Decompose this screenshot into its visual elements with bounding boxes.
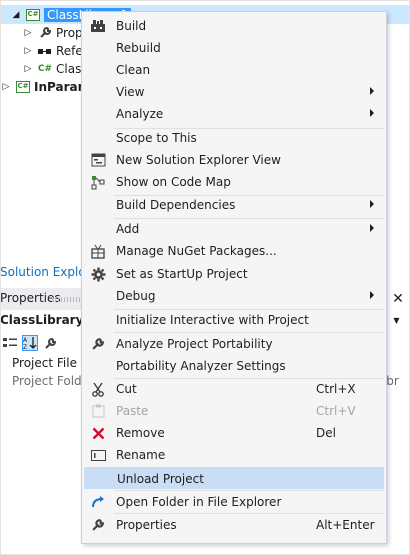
- menu-item-manage-nuget-packages[interactable]: Manage NuGet Packages...: [84, 240, 384, 262]
- menu-item-label: Open Folder in File Explorer: [116, 495, 282, 509]
- menu-item-paste: Paste Ctrl+V: [84, 400, 384, 422]
- csharp-project-icon: C#: [25, 8, 41, 22]
- expand-arrow-icon[interactable]: ▷: [22, 46, 34, 56]
- properties-title-bar: Properties: [0, 288, 82, 310]
- wrench-icon: [84, 333, 112, 355]
- menu-item-shortcut: Ctrl+X: [316, 382, 356, 396]
- tree-label-references: Refe: [56, 43, 83, 58]
- csharp-file-icon: C#: [37, 63, 53, 74]
- build-icon: [84, 15, 112, 37]
- menu-item-label: Analyze: [116, 107, 164, 121]
- menu-item-analyze-project-portability[interactable]: Analyze Project Portability: [84, 333, 384, 355]
- menu-item-label: Manage NuGet Packages...: [116, 244, 277, 258]
- submenu-arrow-icon: [370, 224, 374, 232]
- menu-item-rebuild[interactable]: Rebuild: [84, 37, 384, 59]
- svg-text:Z: Z: [23, 344, 27, 350]
- menu-item-rename[interactable]: Rename: [84, 444, 384, 466]
- menu-item-initialize-interactive[interactable]: Initialize Interactive with Project: [84, 309, 384, 331]
- menu-item-label: Unload Project: [117, 472, 204, 486]
- gear-icon: [84, 263, 112, 285]
- menu-item-label: New Solution Explorer View: [116, 153, 281, 167]
- menu-item-set-as-startup-project[interactable]: Set as StartUp Project: [84, 263, 384, 285]
- menu-item-label: Remove: [116, 426, 165, 440]
- menu-item-label: Paste: [116, 404, 149, 418]
- menu-item-shortcut: Alt+Enter: [316, 518, 375, 532]
- svg-text:A: A: [23, 337, 28, 344]
- menu-item-label: Rebuild: [116, 41, 161, 55]
- menu-item-new-solution-explorer-view[interactable]: New Solution Explorer View: [84, 149, 384, 171]
- chevron-down-icon[interactable]: ▼: [384, 313, 408, 329]
- menu-item-label: View: [116, 85, 145, 99]
- context-menu: Build Rebuild Clean View Analyze Scope t…: [81, 11, 387, 544]
- menu-item-open-folder-in-file-explorer[interactable]: Open Folder in File Explorer: [84, 491, 384, 513]
- menu-item-label: Cut: [116, 382, 137, 396]
- menu-item-shortcut: Del: [316, 426, 336, 440]
- menu-item-portability-analyzer-settings[interactable]: Portability Analyzer Settings: [84, 355, 384, 377]
- menu-item-remove[interactable]: Remove Del: [84, 422, 384, 444]
- expand-arrow-icon[interactable]: ▷: [22, 64, 34, 74]
- submenu-arrow-icon: [370, 109, 374, 117]
- rename-icon: [84, 444, 112, 466]
- submenu-arrow-icon: [370, 87, 374, 95]
- menu-item-label: Set as StartUp Project: [116, 267, 248, 281]
- menu-item-label: Portability Analyzer Settings: [116, 359, 286, 373]
- menu-item-label: Analyze Project Portability: [116, 337, 273, 351]
- drag-grip[interactable]: [52, 297, 82, 302]
- menu-item-label: Add: [116, 222, 140, 236]
- close-icon[interactable]: ✕: [389, 290, 407, 308]
- menu-item-properties[interactable]: Properties Alt+Enter: [84, 514, 384, 536]
- property-project-folder[interactable]: Project Folder: [0, 374, 82, 392]
- categorized-icon[interactable]: [2, 335, 18, 351]
- menu-item-add[interactable]: Add: [84, 218, 384, 240]
- menu-item-clean[interactable]: Clean: [84, 59, 384, 81]
- open-folder-arrow-icon: [84, 491, 112, 513]
- expand-arrow-icon[interactable]: ▷: [22, 28, 34, 38]
- tree-label-properties: Prop: [56, 25, 83, 40]
- solution-explorer-tab[interactable]: Solution Explore: [0, 263, 82, 283]
- red-x-icon: [84, 422, 112, 444]
- menu-item-label: Properties: [116, 518, 177, 532]
- menu-item-label: Build: [116, 19, 147, 33]
- menu-item-view[interactable]: View: [84, 81, 384, 103]
- paste-icon: [84, 400, 112, 422]
- wrench-icon: [84, 514, 112, 536]
- menu-item-scope-to-this[interactable]: Scope to This: [84, 127, 384, 149]
- property-project-file[interactable]: Project File: [0, 356, 82, 374]
- menu-item-show-on-code-map[interactable]: Show on Code Map: [84, 171, 384, 193]
- menu-item-label: Initialize Interactive with Project: [116, 313, 309, 327]
- submenu-arrow-icon: [370, 291, 374, 299]
- expand-arrow-icon[interactable]: ▷: [0, 82, 12, 92]
- scissors-icon: [84, 378, 112, 400]
- references-icon: [37, 44, 53, 58]
- tree-label-class: Clas: [56, 61, 82, 76]
- menu-item-label: Show on Code Map: [116, 175, 231, 189]
- wrench-icon[interactable]: [42, 335, 58, 351]
- submenu-arrow-icon: [370, 200, 374, 208]
- code-map-icon: [84, 171, 112, 193]
- menu-item-label: Rename: [116, 448, 166, 462]
- menu-item-analyze[interactable]: Analyze: [84, 103, 384, 125]
- properties-toolbar: AZ: [0, 333, 82, 353]
- menu-item-label: Debug: [116, 289, 156, 303]
- menu-item-label: Scope to This: [116, 131, 197, 145]
- menu-item-label: Build Dependencies: [116, 198, 236, 212]
- csharp-project-icon: C#: [15, 80, 31, 94]
- menu-item-label: Clean: [116, 63, 151, 77]
- collapse-arrow-icon[interactable]: ◢: [10, 10, 22, 20]
- menu-item-build-dependencies[interactable]: Build Dependencies: [84, 194, 384, 216]
- properties-object-selector[interactable]: ClassLibrary1 P: [0, 311, 82, 331]
- menu-item-unload-project[interactable]: Unload Project: [84, 467, 384, 489]
- menu-item-shortcut: Ctrl+V: [316, 404, 356, 418]
- object-name: ClassLibrary1: [0, 313, 82, 327]
- menu-item-debug[interactable]: Debug: [84, 285, 384, 307]
- menu-item-cut[interactable]: Cut Ctrl+X: [84, 378, 384, 400]
- nuget-icon: [84, 240, 112, 262]
- menu-item-build[interactable]: Build: [84, 15, 384, 37]
- wrench-icon: [37, 26, 53, 40]
- alphabetical-sort-icon[interactable]: AZ: [22, 335, 38, 351]
- new-solution-explorer-view-icon: [84, 149, 112, 171]
